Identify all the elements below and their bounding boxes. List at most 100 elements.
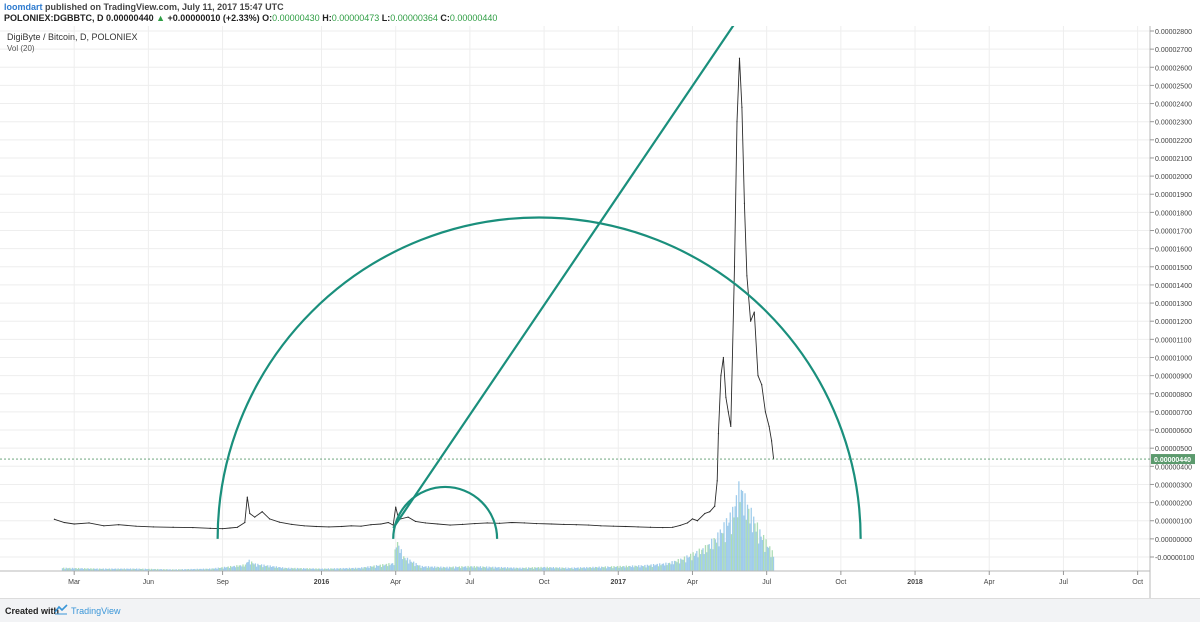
volume-bar-513 [696,550,698,571]
volume-bar-164 [264,566,266,571]
volume-bar-524 [709,548,712,571]
x-tick-label-10: Oct [835,579,846,586]
volume-bar-573 [770,557,772,571]
price-point-26 [350,525,352,527]
volume-bar-562 [756,522,759,571]
volume-bar-555 [748,508,750,571]
volume-bar-136 [230,565,232,571]
volume-bar-254 [375,565,378,571]
volume-bar-387 [540,566,542,571]
price-point-30 [387,521,389,524]
volume-bar-363 [510,567,512,571]
volume-bar-473 [646,564,649,571]
volume-bar-377 [528,567,530,571]
volume-bar-274 [400,549,402,571]
tradingview-brand-link[interactable]: TradingView [71,606,121,616]
volume-bar-306 [440,566,442,571]
volume-bar-382 [534,567,536,571]
y-tick-label-10: 0.00001800 [1155,210,1192,217]
volume-bar-542 [732,506,734,571]
y-tick-label-6: 0.00002200 [1155,138,1192,145]
price-point-56 [662,527,664,529]
volume-bar-362 [509,567,511,571]
volume-bar-365 [513,567,515,571]
price-point-2 [73,523,75,525]
volume-bar-512 [694,553,697,571]
volume-bar-499 [678,563,681,571]
volume-bar-357 [503,567,505,571]
y-tick-label-19: 0.00000900 [1155,374,1192,381]
volume-bar-521 [706,552,708,571]
x-tick-label-0: Mar [68,579,81,586]
price-point-44 [511,521,513,524]
volume-bar-474 [647,565,650,571]
y-tick-label-24: 0.00000400 [1155,464,1192,471]
volume-bar-166 [267,565,269,571]
volume-bar-257 [379,564,381,571]
y-tick-label-3: 0.00002500 [1155,83,1192,90]
high-label: H: [322,13,332,23]
volume-bar-518 [702,548,704,571]
volume-bar-242 [361,567,363,571]
volume-indicator-label: Vol (20) [7,44,35,53]
volume-bar-154 [252,563,254,571]
open-value: 0.00000430 [272,13,320,23]
price-point-38 [437,523,439,525]
volume-bar-299 [431,566,433,571]
x-tick-label-7: 2017 [610,579,626,586]
y-tick-label-29: -0.00000100 [1155,555,1194,562]
volume-bar-492 [670,564,672,571]
volume-bar-395 [550,567,552,571]
volume-bar-468 [640,565,642,571]
volume-bar-460 [630,567,632,571]
price-chart[interactable]: 0.00002800 0.00002700 0.00002600 0.00002500… [0,26,1200,598]
price-point-45 [523,522,525,524]
price-point-78 [749,320,752,322]
volume-bar-390 [544,566,546,571]
volume-bar-262 [385,563,388,571]
volume-bar-287 [416,565,419,571]
y-tick-label-15: 0.00001300 [1155,301,1192,308]
volume-bar-389 [542,567,545,571]
author-link[interactable]: loomdart [4,2,43,12]
x-tick-label-6: Oct [539,579,550,586]
volume-bar-438 [603,567,605,571]
volume-bar-297 [429,567,431,571]
volume-bar-358 [504,567,506,571]
volume-bar-456 [625,565,627,571]
price-point-15 [246,496,248,498]
volume-bar-256 [378,565,380,571]
x-tick-label-11: 2018 [907,579,923,586]
volume-bar-321 [458,566,461,571]
volume-bar-526 [712,549,714,571]
price-point-69 [725,396,727,398]
volume-bar-489 [666,565,668,571]
volume-bar-452 [620,567,623,571]
volume-bar-510 [692,552,694,571]
volume-bar-245 [364,567,367,571]
price-point-35 [407,516,409,518]
volume-bar-498 [677,558,679,571]
volume-bar-464 [635,565,637,571]
y-tick-label-27: 0.00000100 [1155,519,1192,526]
volume-bar-557 [750,507,752,571]
volume-bar-434 [598,566,600,571]
volume-bar-404 [561,567,563,571]
volume-bar-375 [525,567,527,571]
volume-bar-509 [691,560,693,571]
price-point-72 [733,266,736,268]
volume-bar-520 [704,545,707,571]
price-point-32 [395,506,397,508]
volume-bar-424 [586,566,588,571]
price-point-10 [209,527,211,529]
volume-bar-394 [549,567,551,571]
volume-bar-532 [719,529,721,571]
y-tick-label-26: 0.00000200 [1155,501,1192,508]
price-point-23 [315,525,318,528]
y-tick-label-21: 0.00000700 [1155,410,1192,417]
volume-bar-533 [720,532,723,571]
volume-bar-525 [711,538,713,571]
volume-bar-508 [690,553,692,571]
price-point-80 [757,375,759,377]
price-axis[interactable]: 0.00002800 0.00002700 0.00002600 0.00002500… [1150,29,1194,562]
